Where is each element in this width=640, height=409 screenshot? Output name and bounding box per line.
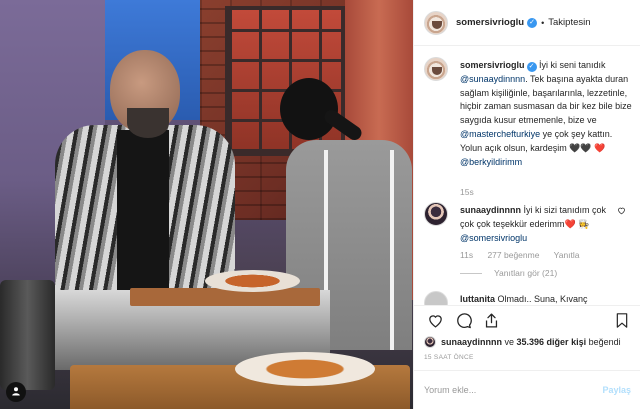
mention-link[interactable]: @berkyildirimm <box>460 157 522 167</box>
view-replies-line <box>460 273 482 275</box>
likes-count[interactable]: 35.396 diğer kişi <box>517 337 587 347</box>
comment-text-part: Olmadı.. Suna, Kıvanç <box>495 294 588 304</box>
photo-front-plate <box>235 352 375 386</box>
view-replies-label[interactable]: Yanıtları gör (21) <box>494 268 557 278</box>
comment-text: sunaaydinnnn İyi ki sizi tanıdım çok çok… <box>460 204 620 245</box>
comment-time[interactable]: 15s <box>460 187 474 197</box>
likes-connector: ve <box>502 337 517 347</box>
avatar[interactable] <box>424 291 448 305</box>
mention-link[interactable]: @masterchefturkiye <box>460 129 540 139</box>
avatar[interactable] <box>424 10 448 35</box>
add-comment-bar: Paylaş <box>414 370 640 409</box>
bookmark-icon[interactable] <box>611 310 633 332</box>
like-comment-heart-icon[interactable] <box>617 206 626 217</box>
comment-input[interactable] <box>424 385 594 395</box>
action-bar <box>414 305 640 335</box>
mention-link[interactable]: @sunaaydinnnn <box>460 74 525 84</box>
verified-badge-icon: ✓ <box>526 62 537 72</box>
verified-badge-icon: ✓ <box>527 17 538 28</box>
post-photo[interactable] <box>0 0 413 409</box>
photo-person-chef <box>55 50 235 310</box>
post-header: somersivrioglu ✓ • Takiptesin <box>414 0 640 46</box>
reply-button[interactable]: Yanıtla <box>554 250 580 260</box>
comment-bubble-icon[interactable] <box>452 310 474 332</box>
likes-suffix: beğendi <box>586 337 621 347</box>
liker-username[interactable]: sunaaydinnnn <box>441 337 502 347</box>
share-icon[interactable] <box>480 310 502 332</box>
comments-list[interactable]: somersivrioglu ✓ İyi ki seni tanıdık @sun… <box>414 47 640 305</box>
photo-plate <box>205 270 300 292</box>
avatar[interactable] <box>424 202 448 226</box>
avatar[interactable] <box>424 336 436 348</box>
header-separator: • <box>541 17 545 28</box>
like-heart-icon[interactable] <box>424 310 446 332</box>
comment-time[interactable]: 11s <box>460 250 473 260</box>
post-comment-button[interactable]: Paylaş <box>602 385 631 395</box>
caption-text-part: İyi ki seni tanıdık <box>536 60 606 70</box>
caption-text: somersivrioglu ✓ İyi ki seni tanıdık @sun… <box>460 59 636 169</box>
comment-meta: 11s 277 beğenme Yanıtla <box>460 250 592 260</box>
comment-username[interactable]: sunaaydinnnn <box>460 205 521 215</box>
comment-like-count[interactable]: 277 beğenme <box>487 250 539 260</box>
photo-cutting-board <box>130 288 320 306</box>
header-username[interactable]: somersivrioglu <box>456 17 524 28</box>
avatar[interactable] <box>424 57 448 81</box>
post-timestamp[interactable]: 15 SAAT ÖNCE <box>424 354 474 361</box>
photo-mixer <box>0 280 55 390</box>
caption-username[interactable]: somersivrioglu <box>460 60 525 70</box>
post-side-panel: somersivrioglu ✓ • Takiptesin somersivri… <box>413 0 640 409</box>
following-button[interactable]: Takiptesin <box>548 17 590 28</box>
caption-meta: 15s <box>460 187 486 197</box>
user-tags-icon[interactable] <box>6 382 26 402</box>
view-replies[interactable]: Yanıtları gör (21) <box>460 268 569 278</box>
likes-summary[interactable]: sunaaydinnnn ve 35.396 diğer kişi beğend… <box>424 334 639 350</box>
comment-username[interactable]: luttanita <box>460 294 495 304</box>
comment-text: luttanita Olmadı.. Suna, Kıvanç <box>460 293 636 305</box>
